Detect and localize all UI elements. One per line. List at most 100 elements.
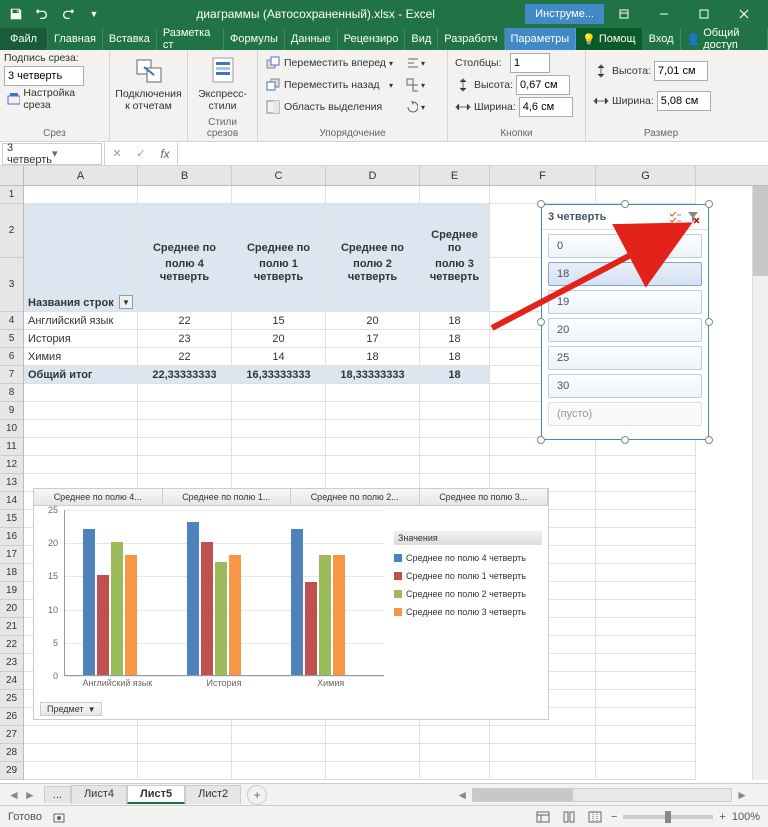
column-header[interactable]: B [138, 166, 232, 185]
row-header[interactable]: 6 [0, 348, 23, 366]
vertical-scrollbar[interactable] [752, 186, 768, 780]
cell[interactable] [596, 762, 696, 780]
row-header[interactable]: 27 [0, 726, 23, 744]
cell[interactable] [596, 456, 696, 474]
cell[interactable] [232, 384, 326, 402]
cell[interactable]: 18,33333333 [326, 366, 420, 384]
cell[interactable] [596, 546, 696, 564]
sheet-tab-more[interactable]: ... [44, 786, 71, 803]
row-header[interactable]: 5 [0, 330, 23, 348]
chart-bar[interactable] [215, 562, 227, 675]
cell[interactable] [232, 726, 326, 744]
chart-bar[interactable] [97, 575, 109, 675]
cell[interactable] [596, 744, 696, 762]
row-header[interactable]: 9 [0, 402, 23, 420]
row-header[interactable]: 29 [0, 762, 23, 780]
cell[interactable] [24, 762, 138, 780]
slicer-item[interactable]: 30 [548, 374, 702, 398]
chart-bar[interactable] [201, 542, 213, 675]
cell[interactable] [138, 762, 232, 780]
column-header[interactable]: D [326, 166, 420, 185]
cell[interactable]: 18 [420, 366, 490, 384]
cell[interactable] [596, 654, 696, 672]
row-header[interactable]: 1 [0, 186, 23, 204]
cell[interactable]: Среднее по [326, 204, 420, 258]
row-header[interactable]: 28 [0, 744, 23, 762]
cell[interactable] [24, 438, 138, 456]
chart-bar[interactable] [111, 542, 123, 675]
macro-record-icon[interactable] [52, 810, 66, 824]
cell[interactable]: 23 [138, 330, 232, 348]
slicer-item[interactable]: 19 [548, 290, 702, 314]
cell[interactable] [596, 564, 696, 582]
group-button[interactable]: ▾ [402, 74, 428, 96]
slicer-settings-button[interactable]: Настройка среза [4, 88, 105, 110]
row-header[interactable]: 11 [0, 438, 23, 456]
cell[interactable] [138, 438, 232, 456]
cell[interactable] [24, 186, 138, 204]
cell[interactable] [596, 582, 696, 600]
tab-data[interactable]: Данные [285, 28, 338, 50]
chevron-down-icon[interactable]: ▾ [52, 147, 97, 160]
cell[interactable] [24, 384, 138, 402]
cell[interactable] [138, 726, 232, 744]
cell[interactable] [232, 762, 326, 780]
row-header[interactable]: 8 [0, 384, 23, 402]
cell[interactable]: Общий итог [24, 366, 138, 384]
column-header[interactable]: C [232, 166, 326, 185]
row-header[interactable]: 20 [0, 600, 23, 618]
cell[interactable] [232, 456, 326, 474]
cell[interactable] [138, 744, 232, 762]
cell[interactable] [596, 708, 696, 726]
slicer-item-empty[interactable]: (пусто) [548, 402, 702, 426]
column-header[interactable]: G [596, 166, 696, 185]
cell[interactable]: Среднее по [138, 204, 232, 258]
rotate-button[interactable]: ▾ [402, 96, 428, 118]
horizontal-scrollbar[interactable]: ◄ ► [267, 788, 768, 802]
cell[interactable]: полю 4 четверть [138, 258, 232, 312]
slicer-item[interactable]: 18 [548, 262, 702, 286]
slicer-item[interactable]: 25 [548, 346, 702, 370]
selection-pane-button[interactable]: Область выделения [262, 96, 396, 118]
cell[interactable]: Английский язык [24, 312, 138, 330]
row-header[interactable]: 21 [0, 618, 23, 636]
fx-icon[interactable]: fx [153, 147, 177, 161]
formula-input[interactable] [178, 143, 768, 165]
tab-help[interactable]: 💡Помощ [576, 28, 642, 50]
size-width-input[interactable] [657, 91, 711, 111]
cell[interactable] [596, 492, 696, 510]
undo-icon[interactable] [30, 2, 54, 26]
row-header[interactable]: 16 [0, 528, 23, 546]
cell[interactable] [232, 420, 326, 438]
zoom-out-icon[interactable]: − [611, 811, 617, 823]
cell[interactable] [420, 744, 490, 762]
cancel-formula-icon[interactable]: ✕ [105, 147, 129, 160]
column-header[interactable]: F [490, 166, 596, 185]
cell[interactable] [596, 600, 696, 618]
cell[interactable] [490, 762, 596, 780]
tab-home[interactable]: Главная [48, 28, 103, 50]
row-header[interactable]: 4 [0, 312, 23, 330]
sheet-nav-next-icon[interactable]: ► [24, 788, 36, 802]
btn-height-input[interactable] [516, 75, 570, 95]
cell[interactable] [420, 186, 490, 204]
name-box[interactable]: 3 четверть▾ [2, 143, 102, 165]
enter-formula-icon[interactable]: ✓ [129, 147, 153, 160]
send-backward-button[interactable]: Переместить назад▾ [262, 74, 396, 96]
btn-width-input[interactable] [519, 97, 573, 117]
cell[interactable]: 18 [420, 348, 490, 366]
close-button[interactable] [724, 0, 764, 28]
bring-forward-button[interactable]: Переместить вперед▾ [262, 52, 396, 74]
view-page-break-icon[interactable] [585, 809, 605, 825]
chart-field-button[interactable]: Среднее по полю 4... [34, 489, 163, 505]
cell[interactable] [326, 402, 420, 420]
cell[interactable] [24, 402, 138, 420]
cell[interactable]: 16,33333333 [232, 366, 326, 384]
select-all-corner[interactable] [0, 166, 23, 186]
view-normal-icon[interactable] [533, 809, 553, 825]
cell[interactable] [24, 726, 138, 744]
sheet-nav-prev-icon[interactable]: ◄ [8, 788, 20, 802]
cell[interactable] [138, 456, 232, 474]
maximize-button[interactable] [684, 0, 724, 28]
row-header[interactable]: 25 [0, 690, 23, 708]
